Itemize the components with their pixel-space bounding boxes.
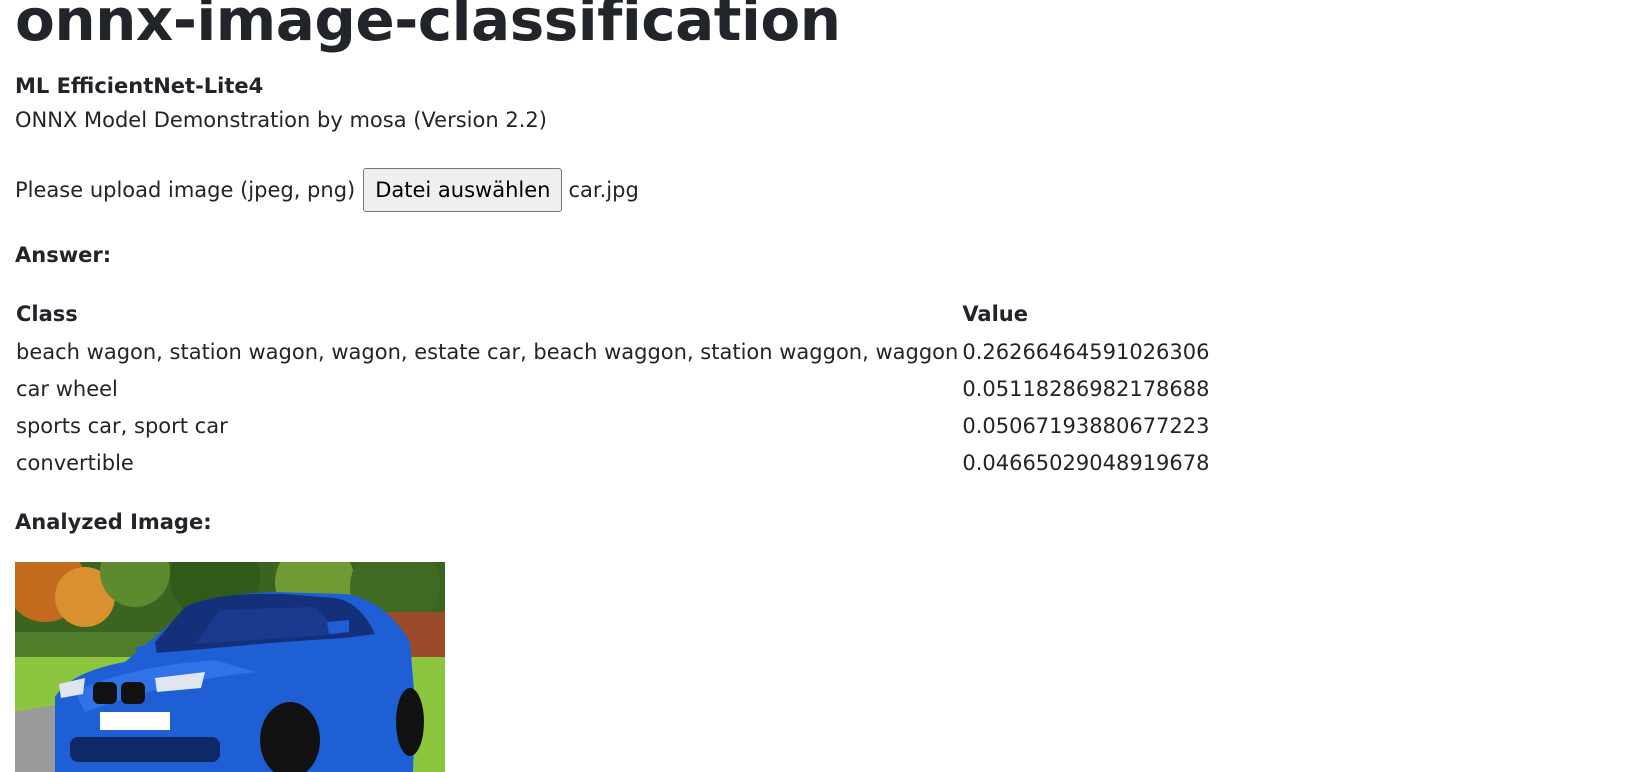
- analyzed-image: [15, 562, 445, 772]
- value-cell: 0.04665029048919678: [962, 450, 1210, 475]
- class-cell: beach wagon, station wagon, wagon, estat…: [16, 339, 959, 364]
- upload-row: Please upload image (jpeg, png) Datei au…: [15, 168, 639, 212]
- model-subtitle: ML EfficientNet-Lite4: [15, 74, 264, 98]
- selected-file-name: car.jpg: [568, 178, 639, 202]
- answer-heading: Answer:: [15, 243, 112, 267]
- page-title: onnx-image-classification: [15, 0, 841, 54]
- class-cell: sports car, sport car: [16, 413, 228, 438]
- class-cell: car wheel: [16, 376, 118, 401]
- table-row: car wheel 0.05118286982178688: [14, 370, 1212, 407]
- table-header-row: Class Value: [14, 295, 1212, 333]
- table-row: convertible 0.04665029048919678: [14, 444, 1212, 481]
- table-row: beach wagon, station wagon, wagon, estat…: [14, 333, 1212, 370]
- upload-label: Please upload image (jpeg, png): [15, 178, 356, 202]
- value-cell: 0.26266464591026306: [962, 339, 1210, 364]
- column-header-class: Class: [16, 302, 78, 326]
- table-row: sports car, sport car 0.0506719388067722…: [14, 407, 1212, 444]
- column-header-value: Value: [962, 302, 1028, 326]
- value-cell: 0.05067193880677223: [962, 413, 1210, 438]
- choose-file-button[interactable]: Datei auswählen: [363, 168, 563, 212]
- model-description: ONNX Model Demonstration by mosa (Versio…: [15, 108, 547, 132]
- class-cell: convertible: [16, 450, 134, 475]
- value-cell: 0.05118286982178688: [962, 376, 1210, 401]
- car-photo: [15, 562, 445, 772]
- analyzed-image-heading: Analyzed Image:: [15, 510, 212, 534]
- results-table: Class Value beach wagon, station wagon, …: [14, 295, 1212, 481]
